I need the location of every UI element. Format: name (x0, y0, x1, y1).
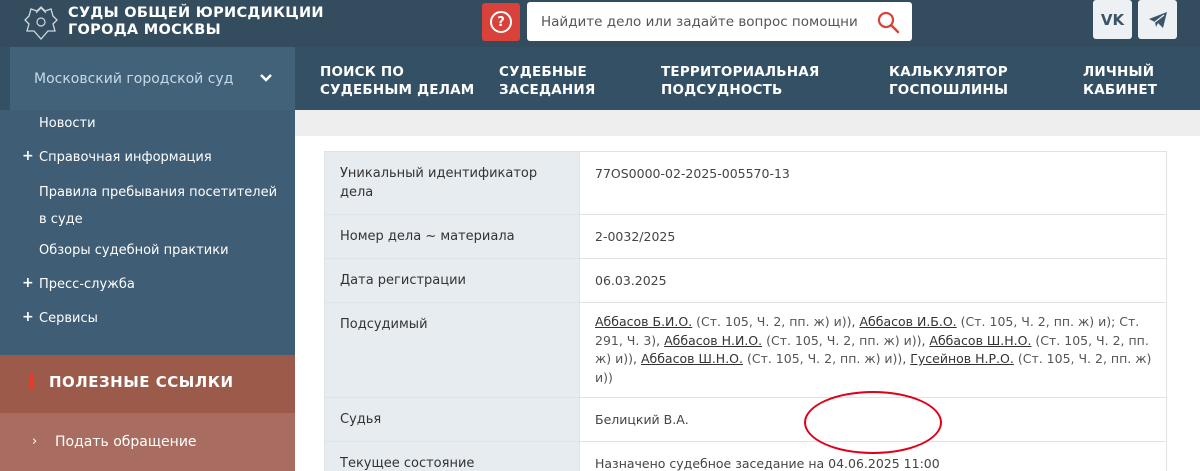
separator: , (633, 351, 637, 366)
search-box (527, 2, 912, 41)
defendant-link[interactable]: Аббасов Ш.Н.О. (929, 333, 1031, 348)
nav-fee-calculator[interactable]: КАЛЬКУЛЯТОР ГОСПОШЛИНЫ (889, 63, 1008, 99)
defendant-link[interactable]: Аббасов Ш.Н.О. (641, 351, 743, 366)
table-row: Судья Белицкий В.А. (324, 397, 1167, 442)
vk-icon: VK (1100, 10, 1125, 29)
defendants-list: Аббасов Б.И.О. (Ст. 105, Ч. 2, пп. ж) и)… (579, 302, 1167, 398)
row-key: Номер дела ~ материала (324, 214, 580, 259)
plus-icon[interactable]: + (22, 309, 34, 325)
useful-links-title: ПОЛЕЗНЫЕ ССЫЛКИ (49, 373, 234, 391)
coat-of-arms-icon[interactable] (22, 4, 60, 42)
row-value: 06.03.2025 (579, 258, 1167, 303)
defendant-article: (Ст. 105, Ч. 2, пп. ж) и)) (696, 314, 852, 329)
nav-label: ПОДСУДНОСТЬ (661, 82, 783, 98)
row-value: 2-0032/2025 (579, 214, 1167, 259)
table-row: Уникальный идентификатор дела 77OS0000-0… (324, 151, 1167, 215)
table-row: Номер дела ~ материала 2-0032/2025 (324, 214, 1167, 259)
sidebar-item-services[interactable]: Сервисы (39, 309, 98, 329)
link-label: Подать обращение (55, 434, 197, 450)
nav-label: ПОИСК ПО (320, 64, 405, 80)
sidebar-item-label: в суде (39, 212, 83, 227)
search-input[interactable] (527, 2, 857, 41)
separator: , (656, 332, 661, 348)
top-header: СУДЫ ОБЩЕЙ ЮРИСДИКЦИИ ГОРОДА МОСКВЫ ? VK (0, 0, 1200, 47)
nav-court-hearings[interactable]: СУДЕБНЫЕ ЗАСЕДАНИЯ (499, 63, 595, 99)
table-row: Дата регистрации 06.03.2025 (324, 258, 1167, 303)
nav-label: ЛИЧНЫЙ (1083, 64, 1155, 80)
nav-jurisdiction[interactable]: ТЕРРИТОРИАЛЬНАЯ ПОДСУДНОСТЬ (661, 63, 820, 99)
row-key: Уникальный идентификатор дела (324, 151, 580, 215)
nav-label: ГОСПОШЛИНЫ (889, 82, 1009, 98)
useful-links-heading: ПОЛЕЗНЫЕ ССЫЛКИ (0, 355, 295, 413)
telegram-icon (1148, 11, 1167, 28)
table-row: Текущее состояние Назначено судебное зас… (324, 441, 1167, 471)
telegram-button[interactable] (1138, 0, 1177, 39)
link-submit-appeal[interactable]: › Подать обращение (0, 413, 295, 471)
separator: , (902, 351, 907, 366)
nav-label: КАЛЬКУЛЯТОР (889, 64, 1008, 80)
logo-line-2: ГОРОДА МОСКВЫ (68, 22, 221, 38)
sidebar-item-practice-reviews[interactable]: Обзоры судебной практики (39, 241, 229, 261)
defendant-link[interactable]: Аббасов И.Б.О. (859, 314, 956, 329)
nav-label: ЗАСЕДАНИЯ (499, 82, 596, 98)
separator: , (921, 332, 926, 348)
defendant-article: (Ст. 105, Ч. 2, пп. ж) и)) (746, 351, 903, 366)
defendant-link[interactable]: Аббасов Б.И.О. (595, 314, 692, 329)
sidebar-item-news[interactable]: Новости (39, 114, 96, 134)
row-key: Подсудимый (324, 302, 580, 398)
nav-personal-account[interactable]: ЛИЧНЫЙ КАБИНЕТ (1083, 63, 1157, 99)
sidebar-item-label: Правила пребывания посетителей (39, 185, 278, 200)
court-selector[interactable]: Московский городской суд (10, 47, 295, 110)
table-row: Подсудимый Аббасов Б.И.О. (Ст. 105, Ч. 2… (324, 302, 1167, 398)
defendant-article: (Ст. 105, Ч. 2, пп. ж) и)) (766, 332, 922, 348)
sidebar-item-reference[interactable]: Справочная информация (39, 148, 212, 168)
sidebar-item-visitor-rules[interactable]: Правила пребывания посетителей в суде (39, 183, 277, 230)
separator: , (851, 314, 856, 329)
logo-line-1: СУДЫ ОБЩЕЙ ЮРИСДИКЦИИ (68, 5, 324, 21)
row-key: Дата регистрации (324, 258, 580, 303)
nav-label: КАБИНЕТ (1083, 82, 1158, 98)
sidebar-item-press[interactable]: Пресс-служба (39, 275, 135, 295)
chevron-right-icon: › (32, 434, 38, 449)
site-logo-text[interactable]: СУДЫ ОБЩЕЙ ЮРИСДИКЦИИ ГОРОДА МОСКВЫ (68, 5, 324, 39)
case-details-table: Уникальный идентификатор дела 77OS0000-0… (324, 151, 1167, 471)
nav-label: ТЕРРИТОРИАЛЬНАЯ (661, 64, 820, 80)
nav-label: СУДЕБНЫЕ (499, 64, 587, 80)
plus-icon[interactable]: + (22, 148, 34, 164)
search-icon[interactable] (876, 10, 900, 34)
help-button[interactable]: ? (482, 3, 520, 41)
row-key: Судья (324, 397, 580, 442)
heading-accent-bar (30, 374, 33, 390)
question-icon: ? (490, 11, 512, 33)
row-key: Текущее состояние (324, 441, 580, 471)
chevron-down-icon (260, 74, 272, 82)
nav-case-search[interactable]: ПОИСК ПО СУДЕБНЫМ ДЕЛАМ (320, 63, 474, 99)
nav-label: СУДЕБНЫМ ДЕЛАМ (320, 82, 475, 98)
defendant-link[interactable]: Гусейнов Н.Р.О. (910, 351, 1014, 366)
court-selector-label: Московский городской суд (34, 70, 234, 87)
annotation-circle (804, 391, 942, 454)
defendant-link[interactable]: Аббасов Н.И.О. (664, 333, 762, 348)
row-value: 77OS0000-02-2025-005570-13 (579, 151, 1167, 215)
breadcrumb-strip (295, 110, 1200, 136)
plus-icon[interactable]: + (22, 275, 34, 291)
vk-button[interactable]: VK (1093, 0, 1132, 39)
